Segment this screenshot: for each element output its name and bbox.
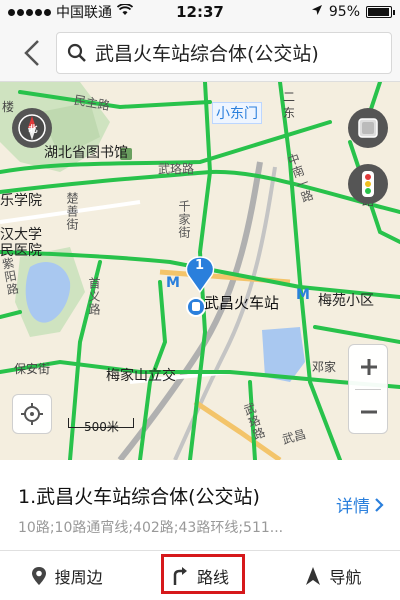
battery-percent: 95% [328, 4, 360, 20]
map-view[interactable]: M M 楼 民主路 小东门 湖北省图书馆 武珞路 中南一路 乐学院 汉大学 民医… [0, 82, 400, 460]
map-label: 东 [283, 106, 296, 120]
navigation-arrow-icon [306, 566, 321, 585]
search-icon [67, 43, 86, 62]
zoom-controls [348, 344, 388, 434]
compass-button[interactable]: 北 [12, 108, 52, 148]
layers-icon [358, 118, 378, 138]
route-button[interactable]: 路线 [133, 551, 266, 600]
traffic-light-icon [362, 171, 374, 197]
poi-info-panel[interactable]: 1.武昌火车站综合体(公交站) 10路;10路通宵线;402路;43路环线;51… [0, 460, 400, 550]
chevron-left-icon [24, 39, 39, 66]
map-label: 梅家山立交 [106, 368, 176, 384]
location-arrow-icon [311, 4, 323, 20]
signal-icon [8, 8, 51, 16]
crosshair-icon [21, 403, 43, 425]
wifi-icon [116, 3, 134, 20]
poi-subtitle: 10路;10路通宵线;402路;43路环线;511... [18, 520, 284, 536]
scale-label: 500米 [84, 420, 119, 434]
map-label: 武昌火车站 [204, 294, 280, 312]
svg-text:M: M [166, 275, 180, 291]
map-label: 千家街 [177, 200, 191, 239]
map-label: 乐学院 [0, 193, 42, 209]
map-label: 二 [283, 90, 296, 104]
battery-level [368, 8, 389, 16]
detail-button[interactable]: 详情 [336, 492, 384, 517]
carrier-name: 中国联通 [56, 5, 112, 21]
map-label: 首义路 [87, 277, 101, 316]
search-nearby-button[interactable]: 搜周边 [0, 551, 133, 600]
minus-icon [361, 410, 377, 414]
back-button[interactable] [8, 31, 56, 75]
poi-title: 1.武昌火车站综合体(公交站) [18, 486, 260, 508]
map-label: 楚善街 [65, 192, 79, 231]
detail-label: 详情 [336, 497, 370, 517]
zoom-in-button[interactable] [349, 345, 389, 389]
map-label: 湖北省图书馆 [44, 145, 128, 161]
map-label: 武珞路 [158, 162, 195, 176]
search-nearby-label: 搜周边 [54, 567, 103, 587]
search-header: 武昌火车站综合体(公交站) [0, 24, 400, 82]
status-time: 12:37 [176, 3, 224, 21]
navigate-button[interactable]: 导航 [267, 551, 400, 600]
map-label: 梅苑小区 [318, 293, 374, 309]
pin-number: 1 [195, 258, 205, 273]
search-value: 武昌火车站综合体(公交站) [95, 43, 319, 65]
traffic-button[interactable] [348, 164, 388, 204]
highlight-box [161, 554, 246, 594]
chevron-right-icon [375, 497, 384, 512]
battery-icon [366, 6, 395, 18]
map-label: 楼 [2, 100, 15, 114]
svg-text:M: M [296, 287, 310, 303]
map-label: 邓家 [312, 360, 337, 374]
zoom-out-button[interactable] [349, 390, 389, 434]
map-label: 小东门 [212, 102, 262, 124]
map-pin-icon [31, 566, 46, 585]
map-label: 保安街 [14, 362, 51, 376]
layers-button[interactable] [348, 108, 388, 148]
search-input[interactable]: 武昌火车站综合体(公交站) [56, 31, 392, 74]
plus-icon [361, 359, 377, 375]
locate-me-button[interactable] [12, 394, 52, 434]
compass-icon: 北 [18, 114, 46, 142]
navigate-label: 导航 [329, 567, 362, 587]
bottom-toolbar: 搜周边 路线 导航 [0, 550, 400, 600]
svg-text:北: 北 [29, 123, 38, 135]
status-bar: 中国联通 12:37 95% [0, 0, 400, 24]
